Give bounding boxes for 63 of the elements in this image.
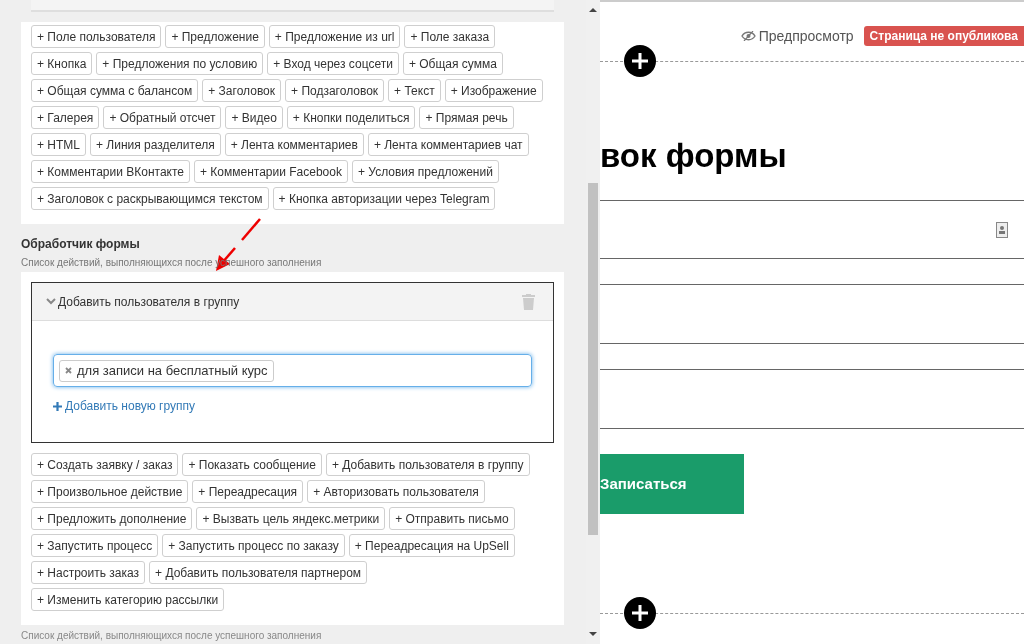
add-block-button[interactable]: + Показать сообщение [182,453,322,476]
add-block-button[interactable]: + Прямая речь [419,106,514,129]
add-block-button[interactable]: + Добавить пользователя в группу [325,453,530,476]
add-block-button[interactable]: + Добавить пользователя партнером [149,561,368,584]
add-block-button[interactable]: + Комментарии Facebook [194,160,348,183]
form-heading: вок формы [600,139,788,172]
status-badge: Страница не опубликова [863,26,1024,46]
add-block-button[interactable]: + Подзаголовок [285,79,385,102]
add-block-button[interactable]: + Заголовок с раскрывающимся текстом [31,187,269,210]
add-block-button[interactable]: + Общая сумма [402,52,503,75]
add-block-button[interactable]: + Запустить процесс по заказу [162,534,345,557]
add-block-button[interactable]: + Лента комментариев чат [367,133,529,156]
add-block-button[interactable]: + Предложения по условию [96,52,264,75]
add-block-button[interactable]: + Галерея [31,106,100,129]
group-tag-field[interactable]: для записи на бесплатный курс [53,354,532,387]
add-block-button[interactable]: + Поле пользователя [31,25,162,48]
add-block-button[interactable]: + Кнопки поделиться [286,106,416,129]
add-block-button[interactable]: + Предложение из url [268,25,401,48]
add-block-button[interactable]: + Лента комментариев [224,133,364,156]
eye-icon [740,31,756,41]
scrollbar[interactable] [586,0,600,644]
add-block-button[interactable]: + Предложить дополнение [31,507,193,530]
section-title: Обработчик формы [21,236,141,253]
scroll-down-icon[interactable] [589,632,597,636]
add-block-button[interactable]: + Авторизовать пользователя [307,480,485,503]
add-block-button[interactable]: + Кнопка [31,52,93,75]
action-title: Добавить пользователя в группу [58,293,240,311]
submit-button[interactable]: Записаться [600,454,744,514]
add-block-button[interactable]: + Запустить процесс [31,534,159,557]
contact-card-icon [996,221,1008,238]
add-block-button[interactable]: + Поле заказа [404,25,496,48]
tag-label: для записи на бесплатный курс [77,361,268,380]
add-block-button[interactable]: + Настроить заказ [31,561,146,584]
add-block-button[interactable]: + Создать заявку / заказ [31,453,179,476]
action-header[interactable]: Добавить пользователя в группу [32,283,553,321]
add-block-button[interactable]: + Текст [388,79,441,102]
add-block-button[interactable]: + Обратный отсчет [103,106,222,129]
add-block-button[interactable]: + Вызвать цель яндекс.метрики [196,507,386,530]
add-block-button[interactable]: + Произвольное действие [31,480,189,503]
add-block-button[interactable]: + Вход через соцсети [267,52,399,75]
footer-hint: Список действий, выполняющихся после успешного заполнения [21,629,323,643]
plus-icon [53,401,62,411]
scrollbar-thumb[interactable] [588,183,598,535]
add-block-button[interactable]: + Изображение [444,79,543,102]
add-block-button[interactable]: + Переадресация [192,480,304,503]
add-block-button[interactable]: + Комментарии ВКонтакте [31,160,190,183]
remove-icon[interactable] [65,367,72,374]
add-block-button[interactable]: + Переадресация на UpSell [348,534,515,557]
scroll-up-icon[interactable] [589,8,597,12]
add-section-icon[interactable] [624,45,656,77]
add-block-button[interactable]: + Заголовок [202,79,282,102]
add-block-button[interactable]: + Линия разделителя [90,133,221,156]
preview-link[interactable]: Предпросмотр [740,25,854,47]
add-block-button[interactable]: + Видео [225,106,283,129]
add-block-button[interactable]: + Предложение [165,25,265,48]
add-block-button[interactable]: + HTML [31,133,86,156]
add-section-icon[interactable] [624,597,656,629]
add-block-button[interactable]: + Кнопка авторизации через Telegram [272,187,496,210]
add-block-button[interactable]: + Изменить категорию рассылки [31,588,225,611]
add-group-link[interactable]: Добавить новую группу [65,397,196,415]
add-block-button[interactable]: + Условия предложений [352,160,499,183]
add-block-button[interactable]: + Общая сумма с балансом [31,79,199,102]
add-block-button[interactable]: + Отправить письмо [389,507,515,530]
